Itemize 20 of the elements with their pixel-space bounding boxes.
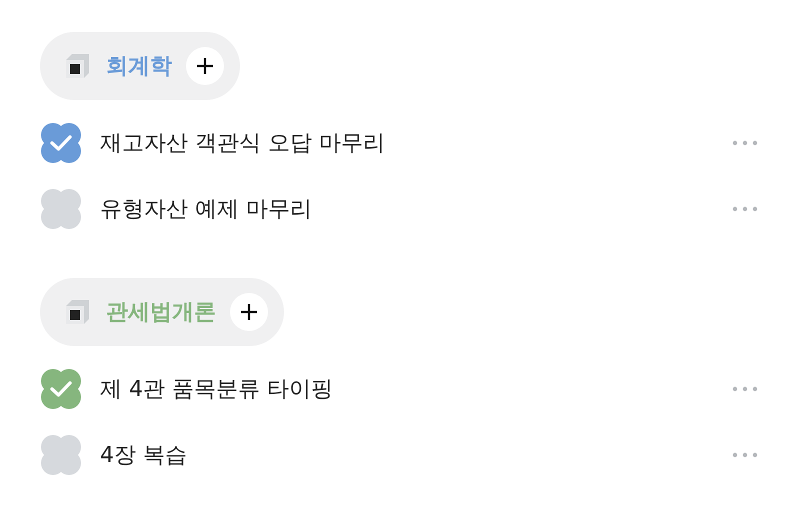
plus-icon [195, 56, 215, 76]
task-title: 4장 복습 [100, 442, 188, 470]
add-button[interactable] [186, 47, 224, 85]
more-icon[interactable] [732, 386, 758, 392]
more-icon[interactable] [732, 206, 758, 212]
checkbox[interactable] [40, 434, 82, 476]
plus-icon [239, 302, 259, 322]
checkbox[interactable] [40, 368, 82, 410]
category-name: 회계학 [106, 53, 172, 81]
task-title: 제 4관 품목분류 타이핑 [100, 376, 334, 404]
add-button[interactable] [230, 293, 268, 331]
category-chip[interactable]: 회계학 [40, 32, 240, 100]
checkbox[interactable] [40, 188, 82, 230]
task-title: 재고자산 객관식 오답 마무리 [100, 130, 386, 158]
checkbox[interactable] [40, 122, 82, 164]
category-chip[interactable]: 관세법개론 [40, 278, 284, 346]
more-icon[interactable] [732, 140, 758, 146]
task-title: 유형자산 예제 마무리 [100, 196, 313, 224]
category-name: 관세법개론 [106, 299, 216, 327]
more-icon[interactable] [732, 452, 758, 458]
